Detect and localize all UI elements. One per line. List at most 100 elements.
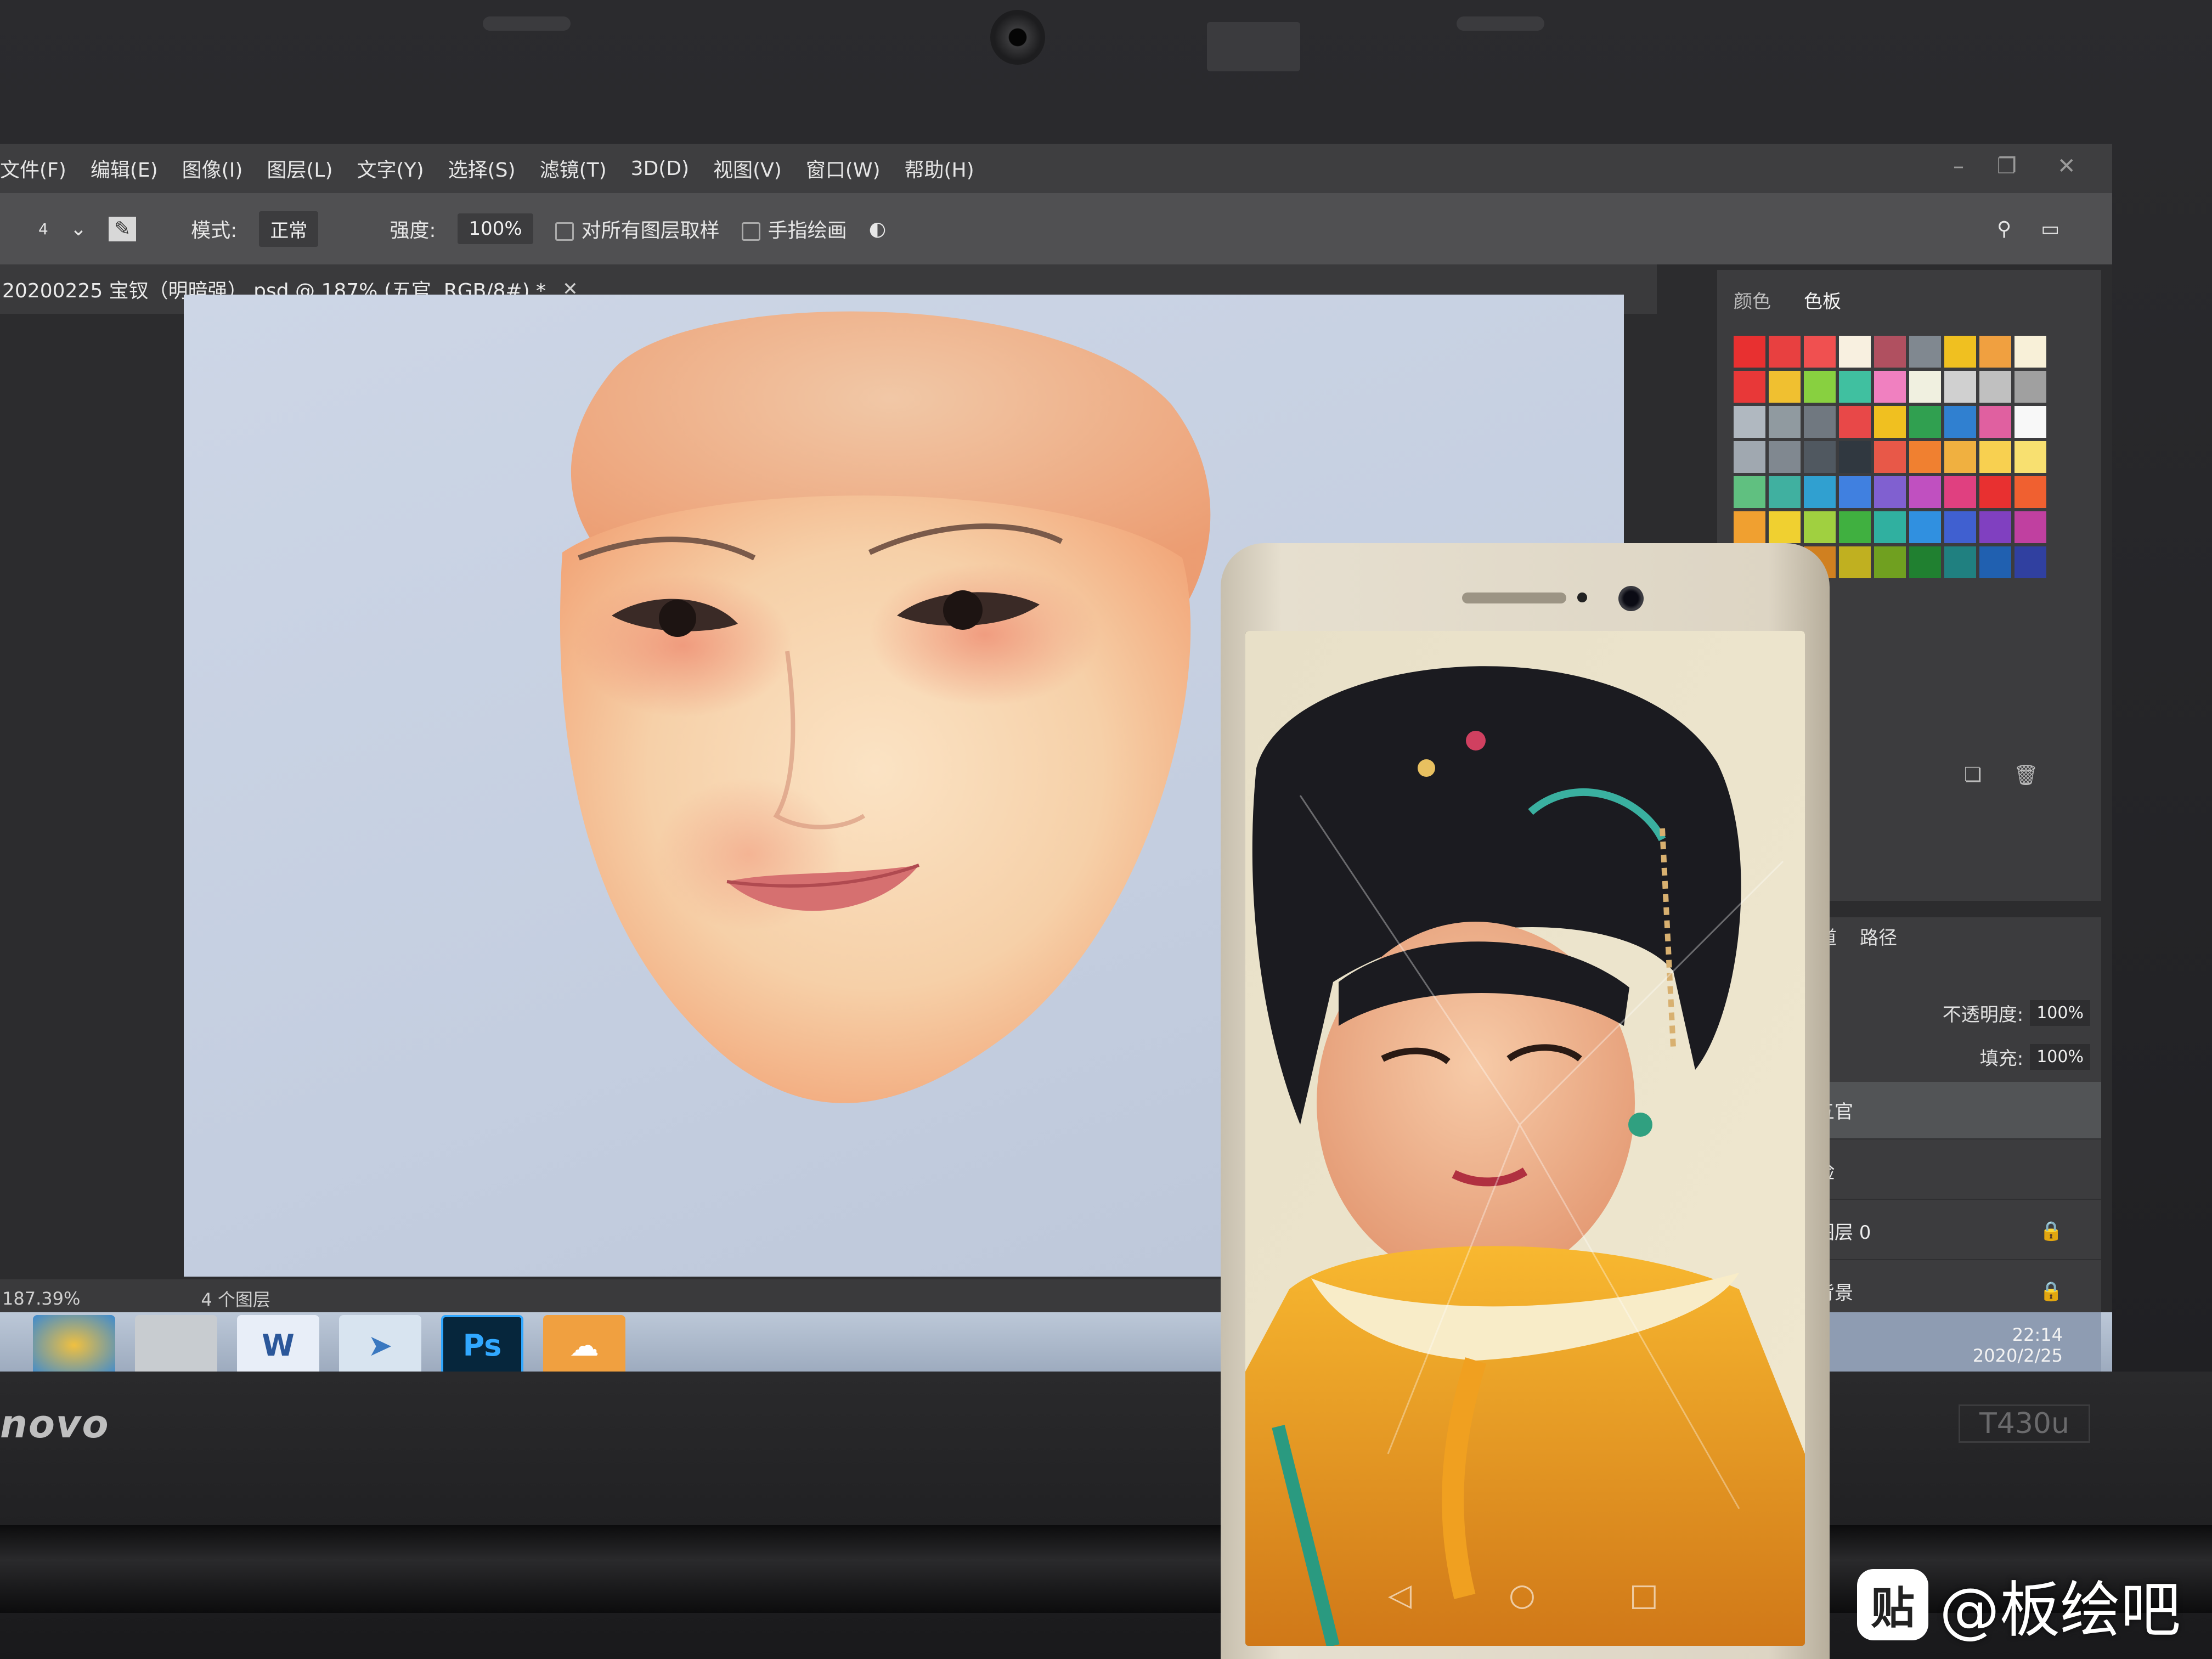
smudge-tool-icon[interactable]: ✎ [109,216,137,241]
menu-window[interactable]: 窗口(W) [794,154,893,183]
strength-input[interactable]: 100% [458,213,533,244]
swatch[interactable] [1769,406,1801,438]
trash-icon[interactable]: 🗑 [2013,764,2039,787]
finger-painting-checkbox[interactable] [741,222,760,241]
layer-row-features[interactable]: 五官 [1799,1082,2101,1139]
swatch[interactable] [2015,371,2046,403]
swatch[interactable] [1839,511,1871,543]
swatch[interactable] [1769,476,1801,508]
swatch[interactable] [1734,511,1765,543]
swatch[interactable] [1909,546,1941,578]
swatch[interactable] [1944,476,1976,508]
menu-filter[interactable]: 滤镜(T) [528,154,619,183]
swatch[interactable] [1909,476,1941,508]
swatch[interactable] [1839,546,1871,578]
menu-file[interactable]: 文件(F) [0,154,78,183]
app-360-icon[interactable] [33,1315,115,1375]
swatch[interactable] [1979,371,2011,403]
swatch[interactable] [1769,441,1801,473]
swatch[interactable] [1734,476,1765,508]
menu-select[interactable]: 选择(S) [436,154,528,183]
swatch[interactable] [1979,336,2011,368]
clock-time[interactable]: 22:14 [2012,1324,2063,1345]
photoshop-icon[interactable]: Ps [441,1315,523,1375]
back-icon[interactable]: ◁ [1388,1577,1412,1613]
fill-input[interactable]: 100% [2030,1044,2090,1070]
zoom-level[interactable]: 187.39% [2,1288,80,1309]
swatch[interactable] [1839,406,1871,438]
swatch[interactable] [1909,511,1941,543]
swatch[interactable] [1909,406,1941,438]
swatch[interactable] [1804,406,1836,438]
tab-color[interactable]: 颜色 [1734,286,1771,313]
layer-row-layer0[interactable]: 图层 0 🔒 [1799,1203,2101,1260]
swatch[interactable] [1769,336,1801,368]
swatch[interactable] [1874,546,1906,578]
mode-select[interactable]: 正常 [259,211,319,247]
home-icon[interactable]: ○ [1509,1577,1536,1613]
swatch[interactable] [1874,336,1906,368]
swatch[interactable] [2015,336,2046,368]
swatch[interactable] [1979,511,2011,543]
swatch[interactable] [1944,511,1976,543]
menu-help[interactable]: 帮助(H) [893,154,986,183]
minimize-icon[interactable]: – [1953,154,1964,179]
swatch[interactable] [2015,441,2046,473]
swatch[interactable] [2015,546,2046,578]
swatch[interactable] [1874,441,1906,473]
swatch[interactable] [1804,336,1836,368]
swatch[interactable] [1944,406,1976,438]
swatch[interactable] [1734,336,1765,368]
menu-edit[interactable]: 编辑(E) [78,154,170,183]
clock-date[interactable]: 2020/2/25 [1973,1345,2063,1366]
new-swatch-icon[interactable]: ❏ [1964,764,1982,786]
swatch[interactable] [1874,511,1906,543]
swatch[interactable] [1804,441,1836,473]
workspace-icon[interactable]: ▭ [2041,218,2059,240]
swatch[interactable] [1979,441,2011,473]
search-icon[interactable]: ⚲ [1997,218,2011,240]
menu-image[interactable]: 图像(I) [170,154,255,183]
swatch[interactable] [2015,476,2046,508]
restore-icon[interactable]: ❐ [1997,154,2017,179]
brush-size-value[interactable]: 4 [38,220,48,238]
opacity-input[interactable]: 100% [2030,1000,2090,1026]
file-explorer-icon[interactable] [135,1315,217,1375]
swatch[interactable] [1909,441,1941,473]
swatch[interactable] [1734,371,1765,403]
swatch[interactable] [1804,511,1836,543]
swatch[interactable] [2015,511,2046,543]
swatch[interactable] [1839,371,1871,403]
tab-swatches[interactable]: 色板 [1804,286,1841,313]
tab-paths[interactable]: 路径 [1860,923,1897,950]
finger-painting-option[interactable]: 手指绘画 [741,215,847,243]
swatch[interactable] [1804,371,1836,403]
swatch[interactable] [1734,406,1765,438]
swatch[interactable] [1874,406,1906,438]
chevron-down-icon[interactable]: ⌄ [70,218,87,240]
swatch[interactable] [1839,441,1871,473]
pressure-icon[interactable]: ◐ [869,218,886,240]
close-icon[interactable]: ✕ [2057,154,2076,179]
swatch[interactable] [1734,441,1765,473]
layer-row-face[interactable]: 脸 [1799,1142,2101,1200]
swatch[interactable] [1909,371,1941,403]
swatch[interactable] [1944,546,1976,578]
swatch[interactable] [1804,476,1836,508]
menu-type[interactable]: 文字(Y) [345,154,436,183]
recents-icon[interactable]: □ [1629,1577,1658,1613]
swatch[interactable] [2015,406,2046,438]
swatch[interactable] [1944,336,1976,368]
swatch[interactable] [1944,441,1976,473]
swatch[interactable] [1909,336,1941,368]
swatch[interactable] [1839,476,1871,508]
menu-layer[interactable]: 图层(L) [255,154,345,183]
swatch[interactable] [1839,336,1871,368]
swatch[interactable] [1874,476,1906,508]
swatch[interactable] [1979,406,2011,438]
swatch[interactable] [1769,511,1801,543]
swatch[interactable] [1769,371,1801,403]
swatch[interactable] [1979,476,2011,508]
swatch[interactable] [1874,371,1906,403]
cloud-icon[interactable]: ☁ [543,1315,625,1375]
